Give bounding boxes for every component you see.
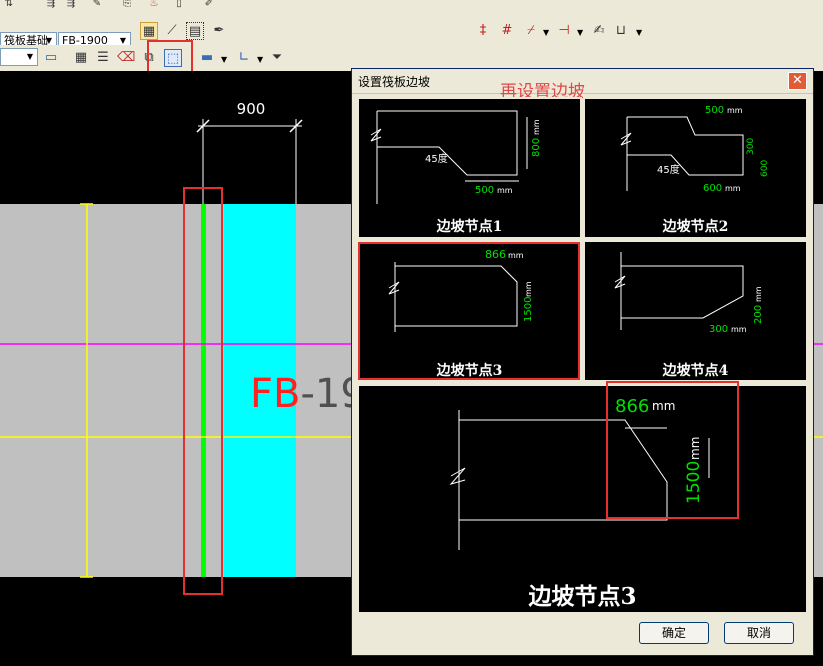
node-2-label: 边坡节点2	[662, 219, 729, 235]
delete-axis-icon[interactable]: ⌿	[522, 22, 540, 40]
eraser-icon[interactable]: ⌫	[117, 49, 135, 67]
node-outline	[621, 265, 744, 319]
node-2-dim-bottom: 600	[703, 183, 722, 194]
node-1-angle: 45度	[425, 152, 448, 165]
select-grid-icon[interactable]: ▤	[186, 22, 204, 40]
slope-node-1-option[interactable]: 45度 500 mm 800 mm 边坡节点1	[357, 97, 582, 239]
node-1-unit-v: mm	[532, 119, 541, 135]
node-1-label: 边坡节点1	[436, 219, 503, 235]
node-2-dim-v2: 600	[760, 160, 770, 177]
node-4-dim-v: 200	[753, 305, 764, 324]
dialog-title: 设置筏板边坡	[358, 75, 431, 89]
node-2-angle: 45度	[657, 163, 680, 176]
node-2-dim-v1: 300	[746, 138, 756, 155]
node-break-mark	[370, 128, 382, 142]
node-1-unit: mm	[497, 186, 513, 195]
node-2-dim-top: 500	[705, 105, 724, 116]
slope-preview: 866 mm 1500 mm 边坡节点3	[357, 384, 808, 614]
grid-axis-icon[interactable]: #	[498, 22, 516, 40]
chevron-down-icon[interactable]: ▼	[257, 55, 263, 64]
preview-dimension-highlight	[606, 381, 739, 519]
slab-icon[interactable]: ▬	[198, 49, 216, 67]
slab-name-label: FB-19	[250, 371, 366, 417]
node-2-unit: mm	[727, 106, 743, 115]
preview-break-mark	[449, 467, 466, 485]
selected-node-highlight	[358, 242, 580, 380]
properties-icon[interactable]: ▦	[140, 22, 158, 40]
ok-button[interactable]: 确定	[639, 622, 709, 644]
highlight-selected-edge	[183, 187, 223, 595]
rectangle-icon[interactable]: ▭	[42, 49, 60, 67]
pipette-icon[interactable]: ✒	[210, 22, 228, 40]
slope-node-4-option[interactable]: 300 mm 200 mm 边坡节点4	[583, 240, 808, 382]
dimension-text: 900	[237, 100, 266, 118]
angle-icon[interactable]: ∟	[235, 49, 253, 67]
node-4-dim-h: 300	[709, 324, 728, 335]
node-outline	[627, 116, 744, 176]
slab-name-prefix: FB	[250, 371, 300, 417]
node-1-dim-h: 500	[475, 185, 494, 196]
node-2-unit-bottom: mm	[725, 184, 741, 193]
node-4-unit: mm	[731, 325, 747, 334]
node-break-mark	[620, 132, 632, 146]
stack-icon[interactable]: ☰	[94, 49, 112, 67]
set-slope-dialog: 设置筏板边坡 ✕ 再设置边坡 45度 500 mm 800 mm 边坡节点1 5…	[351, 68, 814, 656]
draw-line-icon[interactable]: ⟋	[163, 22, 181, 40]
node-break-mark	[614, 275, 626, 289]
slope-node-2-option[interactable]: 500 mm 45度 600 mm 300 600 边坡节点2	[583, 97, 808, 239]
node-outline	[377, 110, 518, 176]
filter-icon[interactable]: ⏷	[268, 49, 286, 67]
node-4-label: 边坡节点4	[662, 363, 729, 379]
preview-label: 边坡节点3	[528, 583, 637, 610]
node-1-dim-v: 800	[531, 138, 542, 157]
node-4-unit-v: mm	[754, 286, 763, 302]
offset-axis-icon[interactable]: ⊣	[555, 22, 573, 40]
axis-icon[interactable]: ‡	[474, 22, 492, 40]
cancel-button[interactable]: 取消	[724, 622, 794, 644]
chevron-down-icon: ▼	[26, 52, 34, 61]
grid-icon[interactable]: ▦	[72, 49, 90, 67]
close-icon: ✕	[792, 73, 803, 88]
chevron-down-icon[interactable]: ▼	[221, 55, 227, 64]
layer-select[interactable]: ▼	[0, 48, 38, 66]
dimension-icon[interactable]: ⊔	[612, 22, 630, 40]
close-button[interactable]: ✕	[788, 72, 807, 90]
brush-icon[interactable]: ✍	[590, 22, 608, 40]
chevron-down-icon[interactable]: ▼	[543, 28, 549, 37]
toolbar-row-2: 筏板基础 ▼ FB-1900 ▼ ▦ ⟋ ▤ ✒ ‡ # ⌿ ▼ ⊣ ▼ ✍ ⊔…	[0, 12, 823, 50]
chevron-down-icon[interactable]: ▼	[636, 28, 642, 37]
chevron-down-icon[interactable]: ▼	[577, 28, 583, 37]
